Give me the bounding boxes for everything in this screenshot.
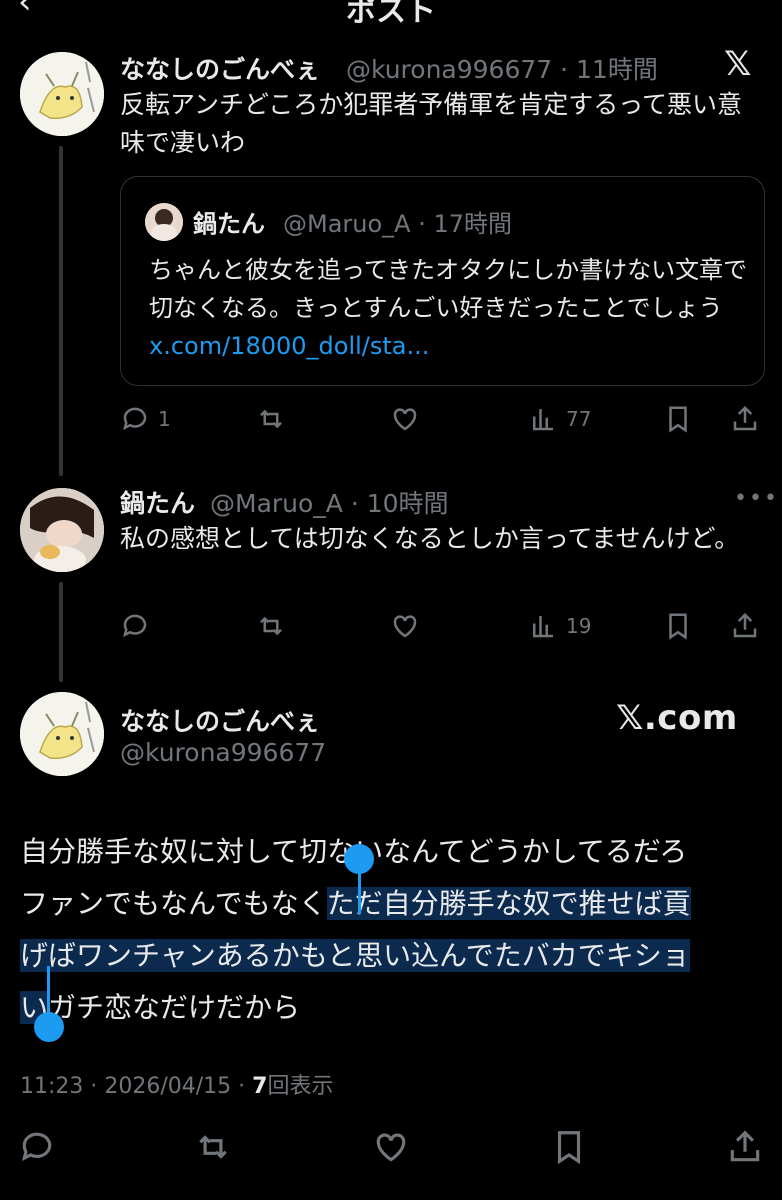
views-icon xyxy=(533,616,553,638)
page-title: ポスト xyxy=(346,0,436,29)
reply-text: 反転アンチどころか犯罪者予備軍を肯定するって悪い意味で凄いわ xyxy=(120,90,743,157)
reply-button[interactable] xyxy=(18,1130,56,1164)
action-bar: 1 77 xyxy=(120,402,765,436)
heart-icon xyxy=(393,408,417,431)
repost-button[interactable] xyxy=(256,609,286,643)
bookmark-button[interactable] xyxy=(550,1130,588,1165)
heart-icon xyxy=(376,1133,406,1162)
author-handle-time[interactable]: @Maruo_A · 10時間 xyxy=(210,484,449,520)
author-name[interactable]: ななしのごんべぇ xyxy=(120,702,320,738)
bookmark-icon xyxy=(669,406,687,433)
author-name[interactable]: 鍋たん xyxy=(120,484,195,520)
top-bar: ‹ ポスト xyxy=(0,0,782,29)
quoted-text: ちゃんと彼女を追ってきたオタクにしか書けない文章で切なくなる。きっとすんごい好き… xyxy=(149,251,749,365)
reply-button[interactable]: 1 xyxy=(120,402,171,436)
share-icon xyxy=(730,1130,760,1162)
action-bar: 19 xyxy=(120,609,765,643)
post-text-segment: ガチ恋なだけだから xyxy=(48,991,301,1024)
thread-line xyxy=(59,582,63,682)
bookmark-icon xyxy=(557,1131,581,1165)
share-icon xyxy=(733,612,757,638)
post-line: ファンでもなんでもなくただ自分勝手な奴で推せば貢 xyxy=(20,878,770,930)
like-button[interactable] xyxy=(390,609,420,643)
share-button[interactable] xyxy=(726,1130,764,1164)
author-name[interactable]: ななしのごんべぇ xyxy=(120,50,320,86)
post-line: いガチ恋なだけだから xyxy=(20,982,770,1034)
reply-icon xyxy=(123,614,147,638)
repost-icon xyxy=(260,409,282,429)
quoted-post[interactable]: 鍋たん @Maruo_A · 17時間 ちゃんと彼女を追ってきたオタクにしか書け… xyxy=(120,176,765,386)
post-line: げばワンチャンあるかもと思い込んでたバカでキショ xyxy=(20,930,770,982)
reply-text: 私の感想としては切なくなるとしか言ってませんけど。 xyxy=(120,524,740,553)
post-line: 自分勝手な奴に対して切ないなんてどうかしてるだろ xyxy=(20,826,770,878)
share-icon xyxy=(733,405,757,431)
repost-button[interactable] xyxy=(194,1130,232,1164)
view-label: 回表示 xyxy=(267,1074,334,1099)
share-button[interactable] xyxy=(730,402,760,436)
selection-start-handle[interactable] xyxy=(344,844,374,874)
heart-icon xyxy=(393,615,417,638)
view-count: 77 xyxy=(566,407,592,431)
more-icon[interactable]: ••• xyxy=(734,486,779,511)
avatar[interactable] xyxy=(20,52,104,136)
avatar xyxy=(145,203,183,241)
thread-line xyxy=(59,146,63,476)
reply-icon xyxy=(21,1132,52,1162)
quoted-handle-time: @Maruo_A · 17時間 xyxy=(283,210,513,238)
source-label: 𝕏.com xyxy=(616,698,738,738)
selected-text[interactable]: げばワンチャンあるかもと思い込んでたバカでキショ xyxy=(20,939,690,972)
repost-icon xyxy=(260,616,282,636)
avatar[interactable] xyxy=(20,692,104,776)
author-handle-time[interactable]: @kurona996677 · 11時間 xyxy=(346,50,658,86)
bottom-action-bar xyxy=(0,1130,782,1174)
avatar[interactable] xyxy=(20,488,104,572)
selection-end-caret[interactable] xyxy=(47,966,50,1018)
views-button[interactable]: 77 xyxy=(528,402,591,436)
quoted-text-body: ちゃんと彼女を追ってきたオタクにしか書けない文章で切なくなる。きっとすんごい好き… xyxy=(149,256,748,322)
repost-button[interactable] xyxy=(256,402,286,436)
post-text: 自分勝手な奴に対して切ないなんてどうかしてるだろ ファンでもなんでもなくただ自分… xyxy=(20,826,770,1034)
view-count: 19 xyxy=(566,614,592,638)
repost-icon xyxy=(199,1135,227,1159)
x-logo-icon: 𝕏 xyxy=(724,44,752,84)
reply-button[interactable] xyxy=(120,609,150,643)
post-meta: 11:23 · 2026/04/15 · 7回表示 xyxy=(20,1068,334,1100)
bookmark-icon xyxy=(669,613,687,640)
post-text-segment: ファンでもなんでもなく xyxy=(20,887,327,920)
like-button[interactable] xyxy=(390,402,420,436)
quoted-author-name: 鍋たん xyxy=(193,210,265,238)
like-button[interactable] xyxy=(372,1130,410,1164)
selection-end-handle[interactable] xyxy=(34,1012,64,1042)
reply-count: 1 xyxy=(158,407,171,431)
quoted-link[interactable]: x.com/18000_doll/sta... xyxy=(149,332,429,360)
author-handle[interactable]: @kurona996677 xyxy=(120,738,326,767)
selected-text[interactable]: ただ自分勝手な奴で推せば貢 xyxy=(326,887,691,920)
share-button[interactable] xyxy=(730,609,760,643)
views-button[interactable]: 19 xyxy=(528,609,591,643)
view-count: 7 xyxy=(252,1074,268,1099)
bookmark-button[interactable] xyxy=(663,402,693,436)
views-icon xyxy=(533,409,553,431)
post-timestamp: 11:23 · 2026/04/15 · xyxy=(20,1074,253,1099)
reply-icon xyxy=(123,407,147,431)
bookmark-button[interactable] xyxy=(663,609,693,643)
